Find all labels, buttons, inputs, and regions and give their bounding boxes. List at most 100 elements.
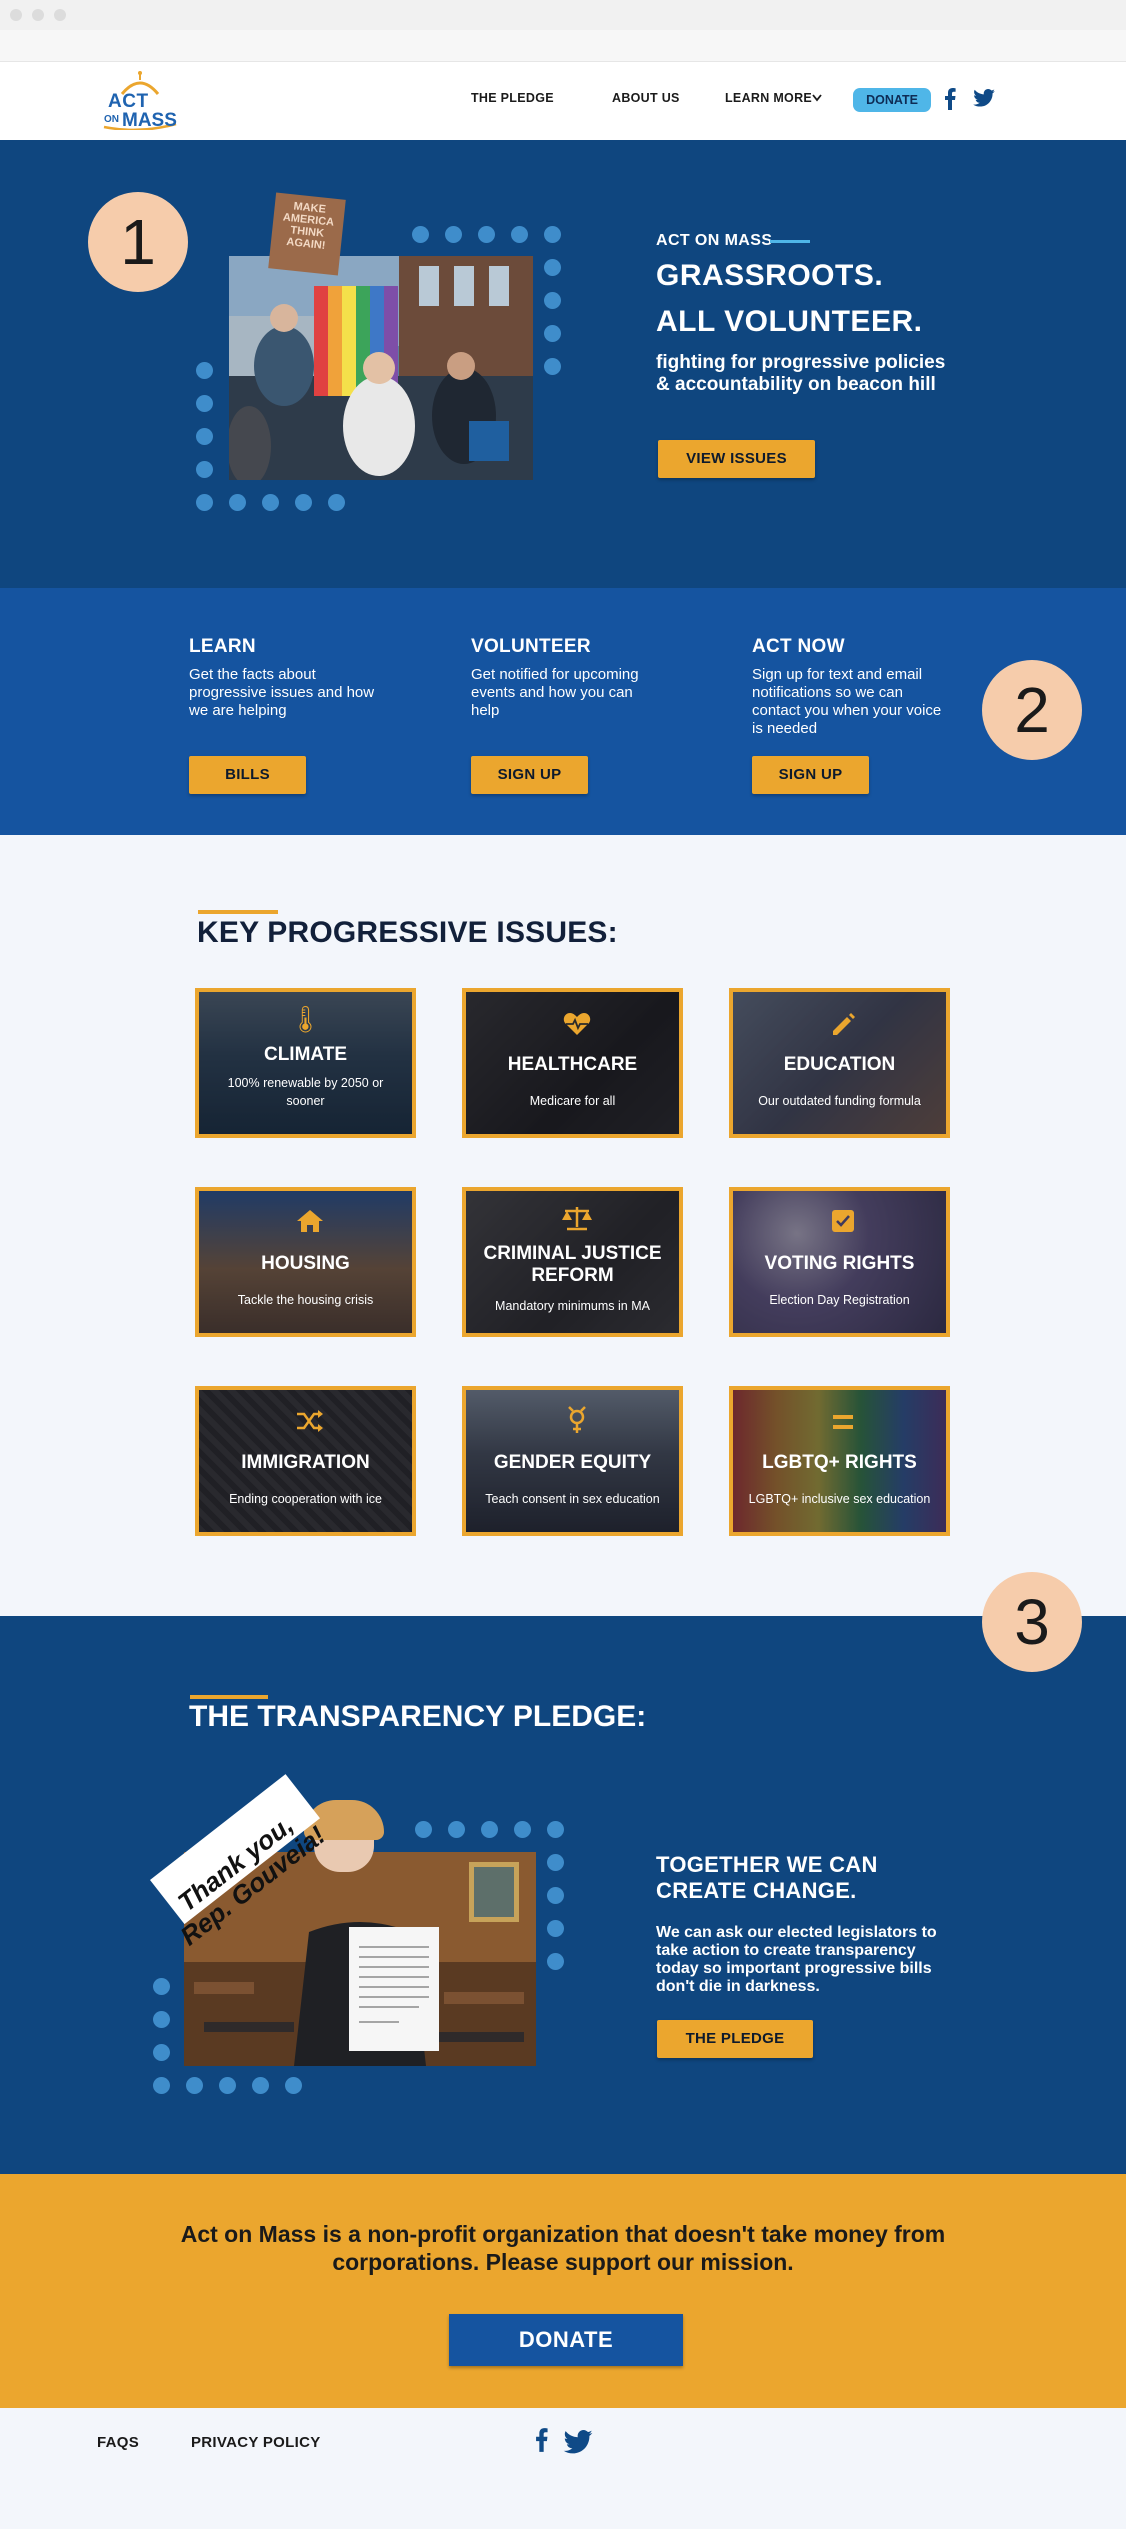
browser-tab-strip: [0, 0, 1126, 30]
decor-dot: [547, 1821, 564, 1838]
card-title: CRIMINAL JUSTICE REFORM: [483, 1243, 662, 1286]
issues-heading: KEY PROGRESSIVE ISSUES:: [197, 916, 618, 949]
support-text: Act on Mass is a non-profit organization…: [180, 2221, 946, 2275]
decor-dot: [262, 494, 279, 511]
support-section: [0, 2174, 1126, 2408]
card-subtitle: Medicare for all: [529, 1094, 616, 1108]
act-now-sign-up-button[interactable]: SIGN UP: [752, 756, 869, 794]
decor-dot: [547, 1920, 564, 1937]
card-title: IMMIGRATION: [241, 1452, 370, 1473]
card-title: VOTING RIGHTS: [764, 1253, 915, 1274]
decor-dot: [295, 494, 312, 511]
decor-dot: [153, 2077, 170, 2094]
hero-headline-1: GRASSROOTS.: [656, 259, 884, 292]
pledge-title: TOGETHER WE CAN CREATE CHANGE.: [656, 1852, 878, 1903]
decor-dot: [544, 358, 561, 375]
decor-dot: [285, 2077, 302, 2094]
decor-dot: [544, 325, 561, 342]
decor-dot: [196, 494, 213, 511]
issue-card-education[interactable]: EDUCATION Our outdated funding formula: [729, 988, 950, 1138]
protest-sign-text: MAKE AMERICA THINK AGAIN!: [282, 200, 335, 252]
issue-card-voting-rights[interactable]: VOTING RIGHTS Election Day Registration: [729, 1187, 950, 1337]
decor-dot: [511, 226, 528, 243]
decor-dot: [153, 2011, 170, 2028]
card-subtitle: Mandatory minimums in MA: [495, 1299, 650, 1313]
twitter-icon[interactable]: [563, 2430, 593, 2454]
hero-protest-photo: [229, 256, 533, 480]
decor-dot: [481, 1821, 498, 1838]
volunteer-sign-up-button[interactable]: SIGN UP: [471, 756, 588, 794]
window-maximize-dot[interactable]: [54, 9, 66, 21]
logo-mass-text: MASS: [122, 110, 177, 131]
decor-dot: [219, 2077, 236, 2094]
card-subtitle: Tackle the housing crisis: [237, 1293, 374, 1307]
issue-card-climate[interactable]: 🌡 CLIMATE 100% renewable by 2050 or soon…: [195, 988, 416, 1138]
footer-link-faqs[interactable]: FAQS: [97, 2434, 139, 2451]
card-title: LGBTQ+ RIGHTS: [762, 1452, 917, 1473]
decor-dot: [514, 1821, 531, 1838]
card-title: HOUSING: [261, 1253, 350, 1274]
decor-dot: [252, 2077, 269, 2094]
issue-card-lgbtq-rights[interactable]: LGBTQ+ RIGHTS LGBTQ+ inclusive sex educa…: [729, 1386, 950, 1536]
eyebrow-divider: [770, 240, 810, 243]
decor-dot: [196, 395, 213, 412]
issue-card-criminal-justice[interactable]: CRIMINAL JUSTICE REFORM Mandatory minimu…: [462, 1187, 683, 1337]
decor-dot: [186, 2077, 203, 2094]
facebook-icon[interactable]: [944, 88, 956, 110]
scales-icon: [562, 1207, 592, 1231]
window-minimize-dot[interactable]: [32, 9, 44, 21]
decor-dot: [328, 494, 345, 511]
decor-dot: [196, 362, 213, 379]
nav-link-the-pledge[interactable]: THE PLEDGE: [471, 91, 554, 105]
card-title: CLIMATE: [263, 1044, 348, 1065]
decor-dot: [196, 428, 213, 445]
issue-card-gender-equity[interactable]: GENDER EQUITY Teach consent in sex educa…: [462, 1386, 683, 1536]
decor-dot: [415, 1821, 432, 1838]
view-issues-button[interactable]: VIEW ISSUES: [658, 440, 815, 478]
issue-card-housing[interactable]: HOUSING Tackle the housing crisis: [195, 1187, 416, 1337]
protest-sign: MAKE AMERICA THINK AGAIN!: [268, 192, 346, 276]
home-icon: [297, 1210, 323, 1232]
card-subtitle: Teach consent in sex education: [485, 1492, 660, 1506]
window-close-dot[interactable]: [10, 9, 22, 21]
decor-dot: [229, 494, 246, 511]
section-number-badge: 3: [982, 1572, 1082, 1672]
footer-link-privacy-policy[interactable]: PRIVACY POLICY: [191, 2434, 321, 2451]
pencil-icon: [833, 1013, 855, 1035]
hero-subtitle: fighting for progressive policies & acco…: [656, 352, 946, 395]
bills-button[interactable]: BILLS: [189, 756, 306, 794]
decor-dot: [445, 226, 462, 243]
chevron-down-icon[interactable]: [811, 93, 823, 103]
logo-on-text: ON: [104, 114, 119, 125]
act-now-heading: ACT NOW: [752, 636, 845, 657]
gender-icon: [568, 1406, 586, 1433]
pledge-text: We can ask our elected legislators to ta…: [656, 1924, 937, 1995]
the-pledge-button[interactable]: THE PLEDGE: [657, 2020, 813, 2058]
learn-heading: LEARN: [189, 636, 256, 657]
browser-chrome: [0, 0, 1126, 62]
decor-dot: [544, 259, 561, 276]
nav-donate-button[interactable]: DONATE: [853, 88, 931, 112]
card-title: GENDER EQUITY: [493, 1452, 652, 1473]
site-logo[interactable]: ACT ON MASS: [100, 70, 180, 131]
card-subtitle: Election Day Registration: [769, 1293, 910, 1307]
decor-dot: [448, 1821, 465, 1838]
donate-button[interactable]: DONATE: [449, 2314, 683, 2366]
decor-dot: [547, 1854, 564, 1871]
card-subtitle: 100% renewable by 2050 or sooner: [227, 1076, 384, 1108]
facebook-icon[interactable]: [535, 2428, 548, 2452]
issue-card-immigration[interactable]: IMMIGRATION Ending cooperation with ice: [195, 1386, 416, 1536]
section-number-badge: 2: [982, 660, 1082, 760]
section-number-badge: 1: [88, 192, 188, 292]
issues-heading-accent: [198, 910, 278, 914]
card-title: HEALTHCARE: [507, 1054, 638, 1075]
card-subtitle: Ending cooperation with ice: [229, 1492, 382, 1506]
twitter-icon[interactable]: [973, 89, 995, 107]
decor-dot: [153, 1978, 170, 1995]
card-subtitle: Our outdated funding formula: [758, 1094, 921, 1108]
nav-link-about-us[interactable]: ABOUT US: [612, 91, 680, 105]
heart-pulse-icon: [563, 1013, 591, 1035]
nav-link-learn-more[interactable]: LEARN MORE: [725, 91, 812, 105]
hero-eyebrow: ACT ON MASS: [656, 232, 773, 249]
issue-card-healthcare[interactable]: HEALTHCARE Medicare for all: [462, 988, 683, 1138]
